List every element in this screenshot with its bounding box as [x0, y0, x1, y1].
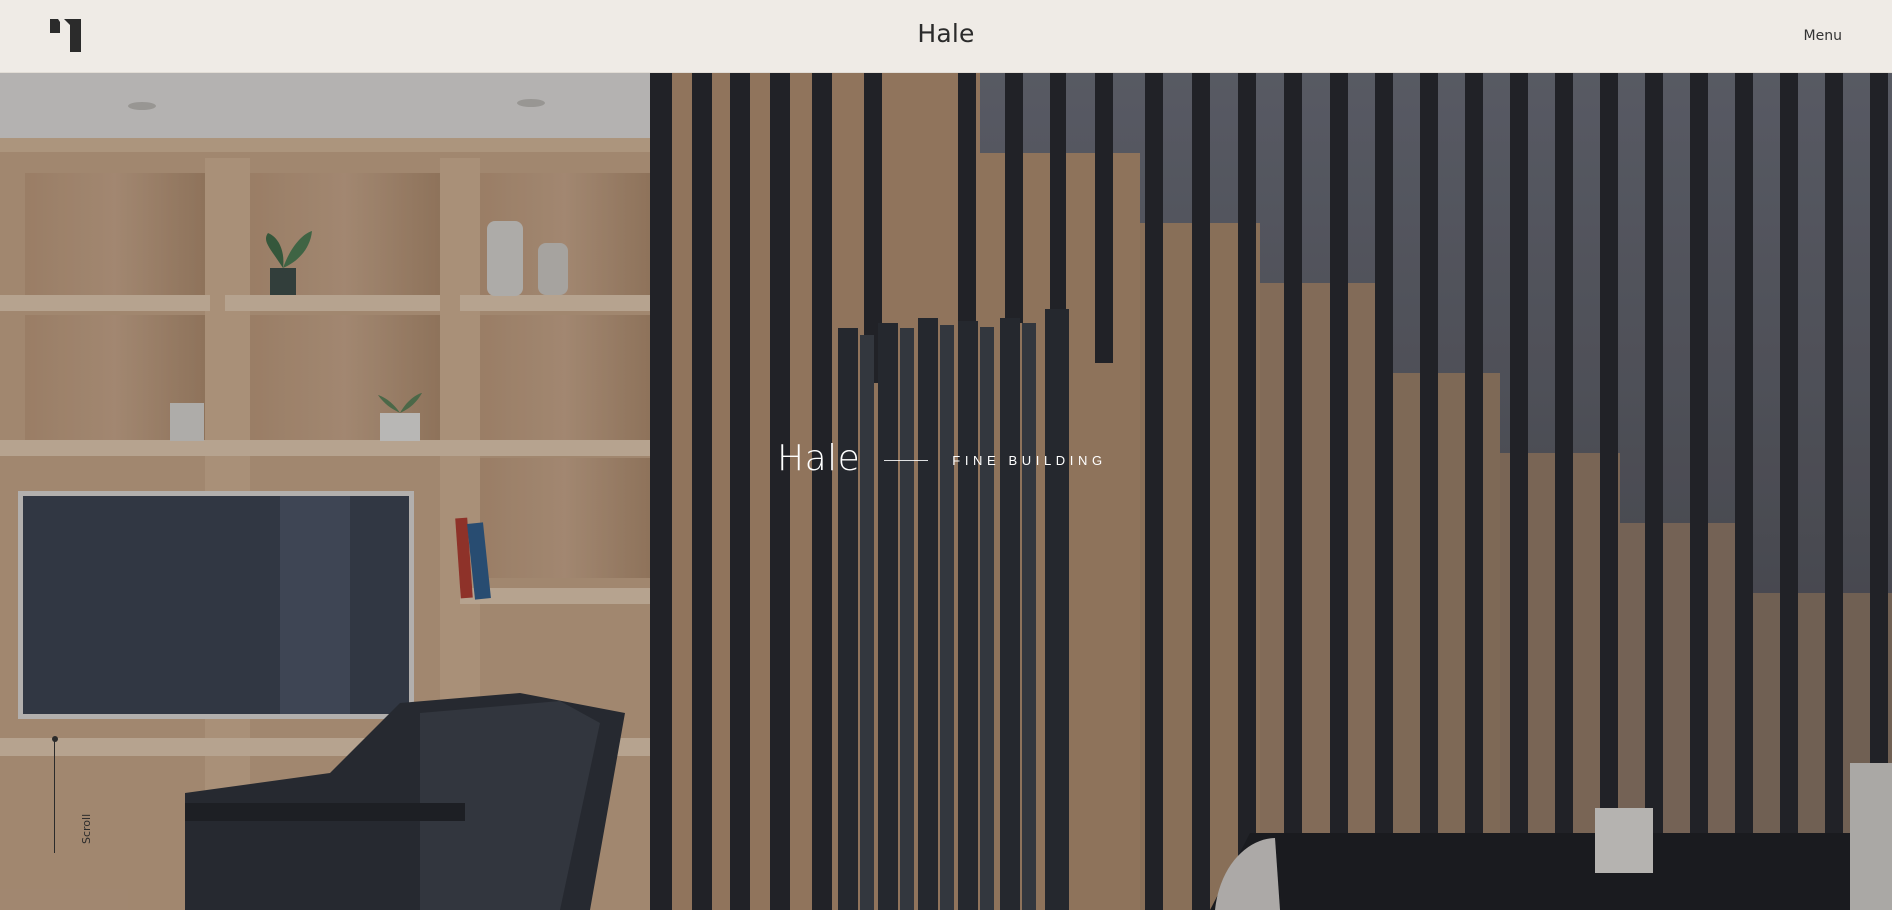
hero-divider [884, 460, 929, 461]
hero-brand: Hale FINE BUILDING [777, 438, 1107, 479]
site-title[interactable]: Hale [0, 19, 1892, 48]
menu-button[interactable]: Menu [1804, 28, 1842, 44]
scroll-line [54, 741, 55, 853]
scroll-dot-icon [52, 736, 58, 742]
scroll-label: Scroll [80, 813, 93, 844]
hero-section: Hale FINE BUILDING Scroll [0, 73, 1892, 910]
site-header: Hale Menu [0, 0, 1892, 73]
hero-title: Hale [777, 438, 861, 479]
hero-tagline: FINE BUILDING [952, 452, 1107, 468]
hero-overlay [0, 73, 1892, 910]
scroll-indicator[interactable]: Scroll [50, 736, 110, 910]
